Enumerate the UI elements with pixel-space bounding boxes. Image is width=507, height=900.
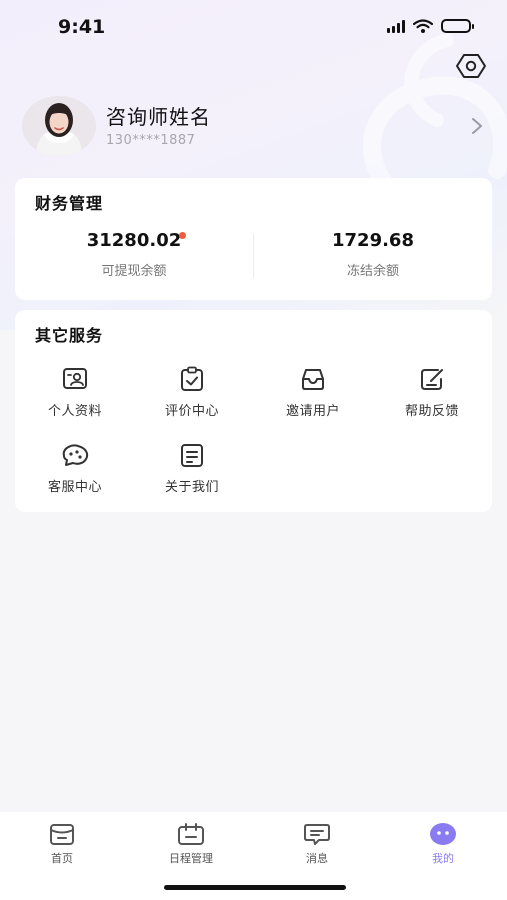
withdrawable-value: 31280.02 (86, 230, 182, 251)
service-label: 个人资料 (47, 404, 102, 419)
calendar-icon (178, 823, 204, 845)
profile-card-icon (63, 368, 87, 389)
service-label: 邀请用户 (285, 404, 340, 419)
service-reviews[interactable]: 评价中心 (142, 366, 242, 419)
tab-label: 首页 (51, 852, 73, 865)
notification-dot (179, 232, 187, 239)
service-label: 帮助反馈 (404, 404, 459, 419)
tab-mine[interactable]: 我的 (388, 822, 498, 866)
cellular-signal-icon (387, 19, 405, 33)
chevron-right-icon[interactable] (470, 116, 484, 136)
tab-schedule[interactable]: 日程管理 (136, 822, 246, 866)
document-icon (181, 444, 203, 467)
service-about[interactable]: 关于我们 (142, 442, 242, 495)
services-card: 其它服务 个人资料 评价中心 邀请用户 帮助反馈 客服中心 关于我们 (15, 310, 492, 512)
home-indicator (164, 885, 346, 890)
finance-title: 财务管理 (35, 194, 104, 213)
status-time: 9:41 (58, 16, 106, 38)
status-bar: 9:41 (0, 0, 507, 54)
tab-home[interactable]: 首页 (7, 822, 117, 866)
home-icon (50, 824, 74, 845)
profile-name: 咨询师姓名 (106, 105, 211, 129)
wifi-icon (413, 19, 433, 33)
service-invite[interactable]: 邀请用户 (263, 366, 363, 419)
tab-label: 我的 (432, 852, 454, 865)
mine-icon (430, 823, 456, 845)
edit-feedback-icon (421, 369, 443, 390)
service-feedback[interactable]: 帮助反馈 (382, 366, 482, 419)
settings-icon[interactable] (455, 52, 487, 80)
frozen-value: 1729.68 (332, 230, 414, 251)
tab-messages[interactable]: 消息 (262, 822, 372, 866)
avatar[interactable] (22, 96, 96, 156)
finance-card: 财务管理 31280.02 可提现余额 1729.68 冻结余额 (15, 178, 492, 300)
frozen-balance[interactable]: 1729.68 冻结余额 (254, 230, 492, 279)
service-label: 评价中心 (164, 404, 219, 419)
service-profile[interactable]: 个人资料 (25, 366, 125, 419)
profile-phone: 130****1887 (106, 133, 196, 148)
clipboard-check-icon (181, 366, 203, 391)
withdrawable-label: 可提现余额 (101, 264, 167, 279)
withdrawable-balance[interactable]: 31280.02 可提现余额 (15, 230, 253, 279)
service-label: 关于我们 (164, 480, 219, 495)
services-title: 其它服务 (35, 326, 104, 345)
message-icon (304, 824, 330, 845)
service-label: 客服中心 (47, 480, 102, 495)
service-customer-support[interactable]: 客服中心 (25, 442, 125, 495)
status-icons (387, 19, 474, 33)
customer-service-icon (62, 444, 89, 466)
frozen-label: 冻结余额 (346, 264, 399, 279)
tab-label: 消息 (306, 852, 328, 865)
tab-label: 日程管理 (169, 852, 213, 865)
battery-icon (441, 19, 474, 33)
inbox-icon (302, 369, 324, 390)
